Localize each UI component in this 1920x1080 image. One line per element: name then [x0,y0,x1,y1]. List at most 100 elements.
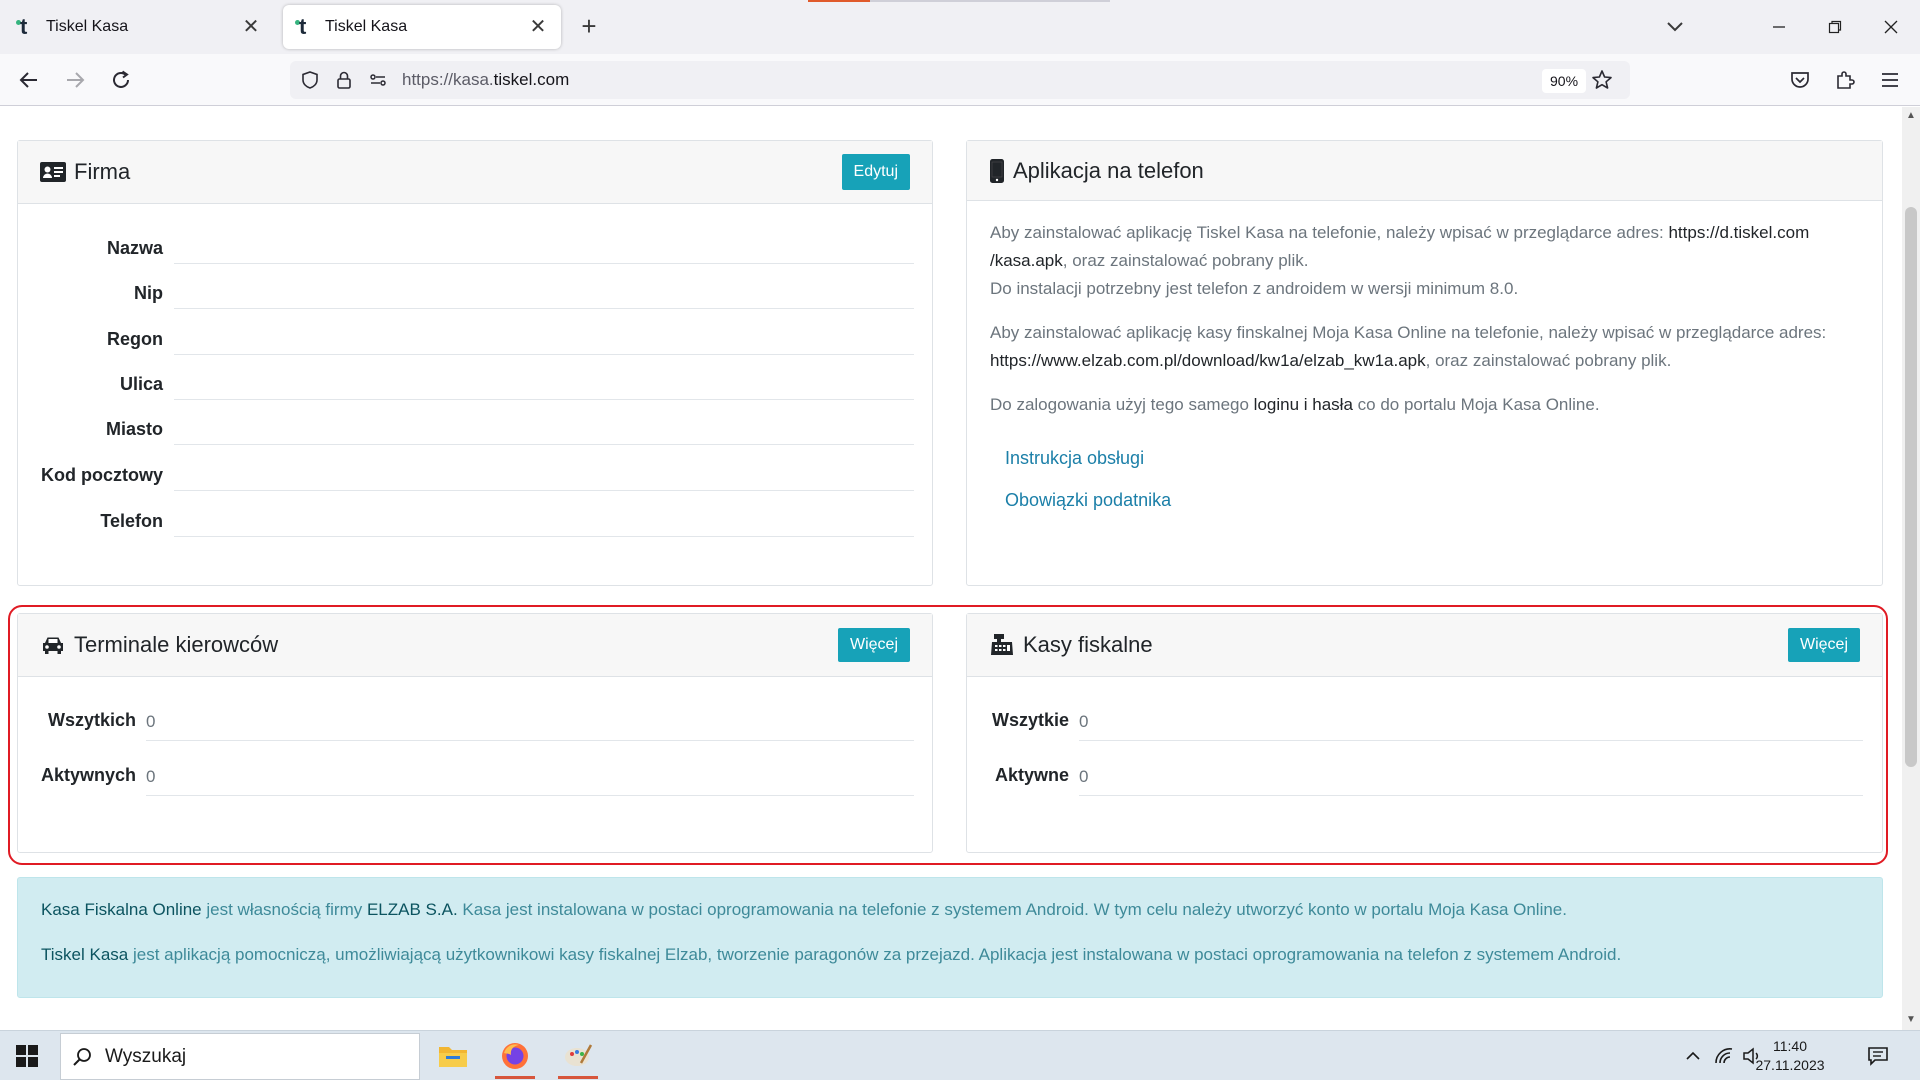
scrollbar-thumb[interactable] [1905,207,1917,767]
close-window-button[interactable] [1868,8,1914,46]
notification-center-icon[interactable] [1866,1044,1890,1068]
row-value: 0 [1079,767,1089,786]
reload-button[interactable] [104,63,138,97]
field-underline [174,536,914,537]
field-regon: Regon [18,329,163,350]
restore-window-button[interactable] [1812,8,1858,46]
brand-name: Kasa Fiskalna Online [41,900,202,919]
paint-taskbar-button[interactable] [552,1033,604,1079]
kasy-more-button[interactable]: Więcej [1787,628,1860,662]
terminale-more-button[interactable]: Więcej [837,628,910,662]
obowiazki-podatnika-link[interactable]: Obowiązki podatnika [1005,490,1171,511]
site-permissions-icon[interactable] [366,68,390,92]
login-info-paragraph: Do zalogowania użyj tego samego loginu i… [990,391,1870,419]
tab-close-icon[interactable]: ✕ [240,16,262,38]
zoom-level-badge[interactable]: 90% [1542,69,1587,93]
row-label: Wszytkie [991,710,1069,730]
text: Do instalacji potrzebny jest telefon z a… [990,279,1519,298]
info-alert: Kasa Fiskalna Online jest własnością fir… [17,877,1883,998]
lock-icon[interactable] [332,68,356,92]
pocket-button[interactable] [1783,63,1817,97]
row-value: 0 [1079,712,1089,731]
tiskel-favicon-icon: t [16,14,38,39]
field-nazwa: Nazwa [18,238,163,259]
text: co do portalu Moja Kasa Online. [1352,395,1600,414]
row-value: 0 [146,767,156,786]
mobile-phone-icon [989,158,1005,184]
tab-title: Tiskel Kasa [325,18,408,35]
company-name: ELZAB S.A. [366,900,458,919]
url-text[interactable]: https://kasa.tiskel.com [402,70,569,90]
clock-time: 11:40 [1773,1038,1807,1054]
field-label: Telefon [100,511,163,531]
close-icon [1884,20,1898,34]
row-label: Aktywnych [40,765,136,785]
firefox-taskbar-button[interactable] [489,1033,541,1079]
taskbar-clock[interactable]: 11:40 27.11.2023 [1752,1037,1828,1075]
edit-firma-button[interactable]: Edytuj [841,154,910,190]
tab-strip-accent [808,0,1110,2]
browser-tab-1[interactable]: t Tiskel Kasa ✕ [4,5,274,49]
network-icon[interactable] [1712,1044,1736,1068]
file-explorer-taskbar-button[interactable] [427,1033,479,1079]
firma-title: Firma [74,159,131,184]
field-kod-pocztowy: Kod pocztowy [18,465,163,486]
text: Kasa jest instalowana w postaci oprogram… [457,900,1567,919]
text: Aby zainstalować aplikację kasy finskaln… [990,323,1827,342]
forward-arrow-icon [67,72,85,88]
bookmark-star-icon[interactable] [1590,68,1614,92]
field-label: Miasto [105,419,163,439]
car-icon [40,632,66,658]
url-prefix: https://kasa. [402,70,494,89]
extensions-button[interactable] [1828,63,1862,97]
back-button[interactable] [12,63,46,97]
page-content: Firma Edytuj Nazwa Nip Regon Ulica Miast… [0,107,1902,1030]
row-label: Wszytkich [47,710,136,730]
tiskel-apk-url: https://d.tiskel.com [1668,223,1810,242]
forward-button[interactable] [58,63,92,97]
firma-card-header: Firma Edytuj [18,141,932,204]
install-tiskel-paragraph: Aby zainstalować aplikację Tiskel Kasa n… [990,219,1870,303]
tab-close-icon[interactable]: ✕ [527,16,549,38]
terminale-card: Terminale kierowców Więcej Wszytkich 0 A… [17,613,933,853]
new-tab-button[interactable]: + [574,12,604,42]
taskbar-search[interactable]: Wyszukaj [60,1033,420,1080]
instrukcja-obslugi-link[interactable]: Instrukcja obsługi [1005,448,1144,469]
row-value: 0 [146,712,156,731]
field-underline [174,399,914,400]
page-scrollbar[interactable]: ▲ ▼ [1902,107,1920,1030]
hamburger-menu-icon [1882,73,1898,87]
field-nip: Nip [18,283,163,304]
firefox-icon [502,1043,528,1069]
open-app-indicator [558,1076,598,1079]
start-button[interactable] [12,1041,44,1073]
puzzle-icon [1837,71,1855,89]
list-all-tabs-icon[interactable] [1660,12,1690,42]
scroll-up-arrow-icon[interactable]: ▲ [1905,110,1917,122]
terminale-row-wszytkich: Wszytkich [18,710,136,731]
field-label: Nazwa [106,238,163,258]
row-underline [146,795,914,796]
field-label: Regon [107,329,163,349]
scroll-down-arrow-icon[interactable]: ▼ [1905,1014,1917,1026]
firma-card: Firma Edytuj Nazwa Nip Regon Ulica Miast… [17,140,933,586]
tiskel-apk-url-path: /kasa.apk [990,251,1063,270]
text: Do zalogowania użyj tego samego [990,395,1254,414]
field-underline [174,263,914,264]
aplikacja-card-header: Aplikacja na telefon [967,141,1882,201]
url-bar[interactable]: https://kasa.tiskel.com 90% [290,61,1630,99]
paint-palette-icon [565,1044,593,1066]
minimize-window-button[interactable] [1756,8,1802,46]
field-underline [174,354,914,355]
restore-icon [1828,20,1842,34]
tracking-protection-shield-icon[interactable] [298,68,322,92]
field-underline [174,308,914,309]
app-menu-button[interactable] [1873,63,1907,97]
show-hidden-icons-chevron-icon[interactable] [1681,1044,1705,1068]
kasy-card-header: Kasy fiskalne Więcej [967,614,1882,677]
login-bold: loginu i hasła [1253,395,1353,414]
browser-tab-2[interactable]: t Tiskel Kasa ✕ [283,5,561,49]
pocket-icon [1791,72,1809,88]
browser-navigation-bar: https://kasa.tiskel.com 90% [0,54,1920,106]
minimize-icon [1773,26,1785,28]
